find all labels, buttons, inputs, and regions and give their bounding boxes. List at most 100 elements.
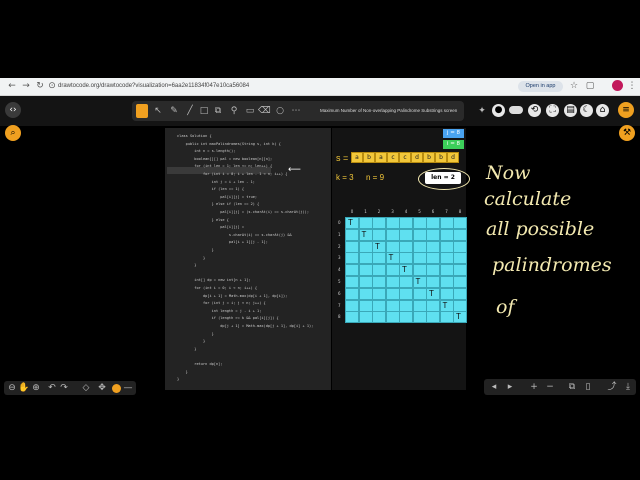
col-index-label: 8 (458, 209, 462, 214)
fullscreen-icon[interactable]: ⛶ (546, 104, 559, 117)
menu-kebab-icon[interactable]: ⋮ (626, 80, 638, 92)
row-index-label: 6 (338, 290, 341, 296)
zoom-in-icon[interactable]: ⊕ (30, 382, 42, 394)
pal-cell (412, 252, 427, 265)
pal-true-mark: T (429, 288, 434, 298)
col-index-label: 7 (445, 209, 448, 214)
code-line: } (177, 377, 180, 382)
current-line-arrow-icon: ⟵ (288, 165, 301, 175)
pan-icon[interactable]: ✥ (96, 382, 108, 394)
pal-cell (399, 299, 413, 312)
string-char-cell: c (399, 152, 411, 163)
s-label: s = (336, 153, 349, 163)
theme-toggle[interactable] (509, 106, 523, 114)
reload-icon[interactable]: ↻ (34, 80, 46, 92)
code-toggle-icon[interactable]: ‹› (5, 102, 21, 118)
zoom-out-button-icon[interactable]: − (544, 381, 556, 393)
eraser-tool-icon[interactable]: ⌫ (258, 105, 271, 117)
pal-cell (385, 217, 400, 229)
hand-tool-icon[interactable]: ✋ (18, 382, 30, 394)
pal-cell (372, 276, 386, 288)
pal-cell (399, 311, 413, 324)
zoom-in-button-icon[interactable]: + (528, 381, 540, 393)
string-char-cell: a (351, 152, 363, 163)
prev-step-icon[interactable]: ◂ (488, 381, 500, 393)
len-highlight-circle (418, 168, 470, 190)
clipboard-icon[interactable]: ▯ (582, 381, 594, 393)
pin-tool-icon[interactable]: ⚲ (228, 105, 240, 117)
more-tools-icon[interactable]: ⋯ (290, 105, 302, 117)
pen-tool-icon[interactable]: ✎ (168, 105, 180, 117)
extensions-icon[interactable]: ▢ (584, 80, 596, 92)
pal-cell (426, 228, 440, 241)
row-index-label: 8 (338, 314, 341, 320)
select-tool-icon[interactable]: ↖ (152, 105, 164, 117)
record-icon[interactable]: ● (492, 104, 505, 117)
code-panel: class Solution { public int maxPalindrom… (165, 128, 331, 390)
bookmark-star-icon[interactable]: ☆ (568, 80, 580, 92)
pal-cell (358, 287, 373, 300)
pal-cell (385, 228, 400, 241)
pal-cell (345, 299, 359, 312)
hamburger-menu-icon[interactable]: ≡ (618, 102, 634, 118)
undo-icon[interactable]: ↶ (46, 382, 58, 394)
code-line: int length = j - i + 1; (177, 308, 262, 313)
image-tool-icon[interactable]: ▭ (244, 105, 256, 117)
pal-cell (412, 240, 427, 253)
pal-cell (439, 217, 454, 229)
code-line: if (len == 1) { (177, 187, 245, 192)
redo-icon[interactable]: ↷ (58, 382, 70, 394)
layout-icon[interactable]: ▤ (564, 104, 577, 117)
pal-true-mark: T (415, 277, 421, 286)
pal-cell (358, 264, 373, 277)
pal-cell (439, 264, 454, 277)
string-char-cell: b (435, 152, 447, 163)
share-button-icon[interactable]: ⤴ (606, 381, 618, 393)
line-tool-icon[interactable]: ╱ (184, 105, 196, 117)
pal-cell (358, 217, 373, 229)
color-picker[interactable] (112, 384, 121, 393)
next-step-icon[interactable]: ▸ (504, 381, 516, 393)
pal-cell (345, 287, 359, 300)
row-index-label: 3 (338, 255, 341, 261)
zoom-out-icon[interactable]: ⊖ (6, 382, 18, 394)
pal-cell (412, 299, 427, 312)
share-icon[interactable]: ⟲ (528, 104, 541, 117)
forward-icon[interactable]: → (20, 80, 32, 92)
lock-tool-icon[interactable] (136, 104, 148, 118)
code-line: pal[i][j] = (s.charAt(i) == s.charAt(j))… (177, 210, 309, 214)
shape-tool-icon[interactable]: ○ (274, 105, 286, 117)
profile-avatar[interactable] (612, 80, 623, 91)
tools-icon[interactable]: ⚒ (619, 125, 635, 141)
settings-icon[interactable]: ✦ (476, 105, 488, 117)
handwritten-note-line: Now (486, 162, 531, 184)
pal-cell (345, 276, 359, 288)
code-line: if (length >= k && pal[i][j]) { (177, 316, 279, 321)
pal-cell (372, 287, 386, 300)
address-bar[interactable]: drawtocode.org/drawtocode?visualization=… (58, 81, 508, 92)
search-icon[interactable]: ⌕ (5, 125, 21, 141)
col-index-label: 4 (404, 209, 408, 214)
pal-cell (412, 264, 427, 277)
download-icon[interactable]: ⤓ (622, 381, 634, 393)
eraser-icon[interactable]: ◇ (80, 382, 92, 394)
pal-cell (372, 299, 386, 312)
col-index-label: 5 (418, 209, 421, 214)
pal-table: TTTTTTTTT (345, 217, 467, 324)
stroke-width-icon[interactable]: — (122, 382, 134, 394)
theme-icon[interactable]: ☾ (580, 104, 593, 117)
j-badge: j = 8 (443, 129, 464, 138)
home-icon[interactable]: ⌂ (596, 104, 609, 117)
pal-cell (399, 276, 413, 288)
pal-cell (385, 276, 400, 288)
code-line: } (177, 255, 206, 260)
code-line: int[] dp = new int[n + 1]; (177, 278, 251, 283)
open-in-app-button[interactable]: Open in app (518, 81, 563, 92)
copy-icon[interactable]: ⧉ (566, 381, 578, 393)
row-index-label: 7 (338, 302, 341, 308)
pal-true-mark: T (456, 312, 461, 322)
rectangle-tool-icon[interactable]: □ (198, 105, 210, 117)
back-icon[interactable]: ← (6, 80, 18, 92)
site-info-icon[interactable]: ⊙ (46, 80, 58, 92)
copy-tool-icon[interactable]: ⧉ (212, 105, 224, 117)
